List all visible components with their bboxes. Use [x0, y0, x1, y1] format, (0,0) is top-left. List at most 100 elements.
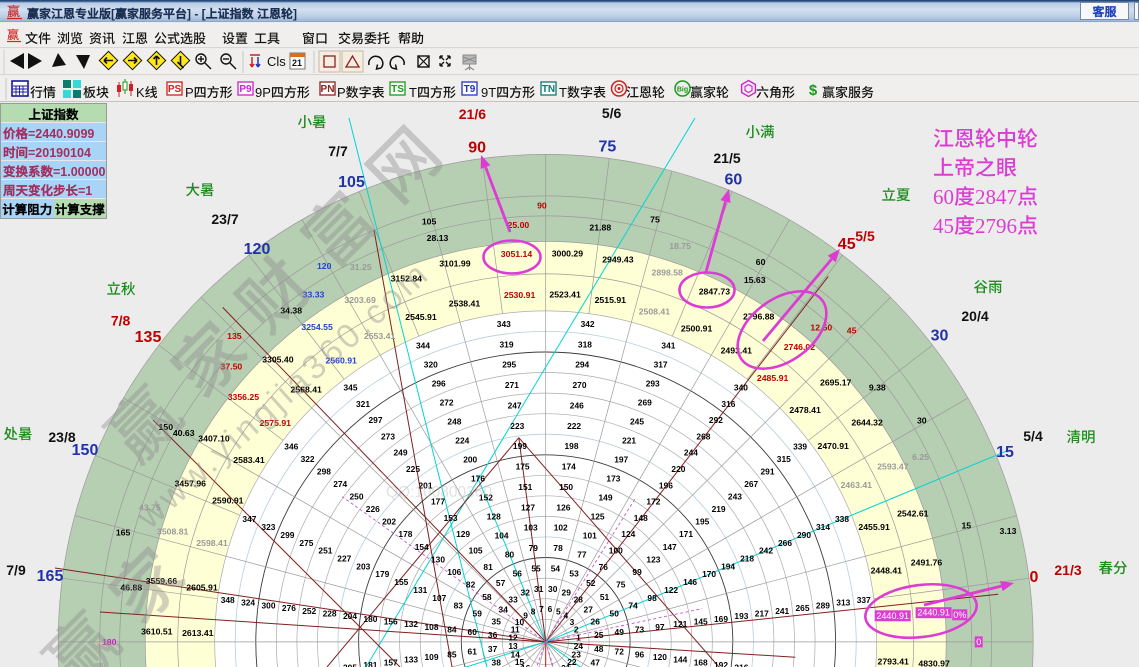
svg-text:269: 269 — [638, 398, 652, 408]
svg-text:130: 130 — [431, 554, 445, 564]
svg-text:228: 228 — [323, 609, 337, 619]
svg-text:132: 132 — [404, 619, 418, 629]
svg-text:$: $ — [809, 82, 818, 99]
svg-text:30: 30 — [917, 415, 927, 425]
svg-text:23/7: 23/7 — [211, 211, 238, 227]
svg-text:Big: Big — [677, 87, 688, 94]
svg-text:25: 25 — [594, 630, 604, 640]
svg-text:60: 60 — [756, 257, 766, 267]
svg-text:317: 317 — [654, 360, 668, 370]
svg-text:2515.91: 2515.91 — [595, 295, 627, 305]
svg-text:2: 2 — [574, 624, 579, 634]
svg-text:293: 293 — [646, 379, 660, 389]
svg-text:298: 298 — [317, 467, 331, 477]
svg-text:小满: 小满 — [746, 121, 775, 142]
svg-text:处暑: 处暑 — [4, 423, 33, 444]
svg-text:52: 52 — [586, 578, 596, 588]
svg-text:267: 267 — [744, 479, 758, 489]
svg-text:春分: 春分 — [1099, 557, 1128, 578]
svg-text:2500.91: 2500.91 — [681, 323, 713, 333]
svg-text:2613.41: 2613.41 — [182, 628, 214, 638]
svg-text:313: 313 — [836, 598, 850, 608]
svg-text:20/4: 20/4 — [961, 308, 988, 324]
svg-text:221: 221 — [622, 436, 636, 446]
svg-text:55: 55 — [531, 563, 541, 573]
svg-text:121: 121 — [673, 619, 687, 629]
svg-text:252: 252 — [302, 606, 316, 616]
svg-text:3101.99: 3101.99 — [439, 259, 471, 269]
svg-text:49: 49 — [615, 627, 625, 637]
svg-text:6: 6 — [548, 604, 553, 614]
svg-text:30: 30 — [548, 584, 558, 594]
svg-text:56: 56 — [513, 568, 523, 578]
svg-text:179: 179 — [375, 569, 389, 579]
svg-text:109: 109 — [425, 652, 439, 662]
svg-text:338: 338 — [835, 514, 849, 524]
svg-text:129: 129 — [456, 529, 470, 539]
svg-text:120: 120 — [653, 652, 667, 662]
svg-text:赢: 赢 — [7, 27, 19, 43]
svg-text:251: 251 — [318, 546, 332, 556]
svg-text:276: 276 — [282, 603, 296, 613]
svg-text:321: 321 — [356, 399, 370, 409]
svg-text:241: 241 — [775, 606, 789, 616]
svg-text:128: 128 — [487, 512, 501, 522]
svg-text:21/5: 21/5 — [713, 150, 740, 166]
svg-text:54: 54 — [551, 563, 561, 573]
svg-text:18.75: 18.75 — [669, 241, 691, 251]
svg-text:345: 345 — [344, 383, 358, 393]
svg-text:29: 29 — [562, 587, 572, 597]
svg-text:297: 297 — [369, 415, 383, 425]
svg-text:225: 225 — [406, 464, 420, 474]
svg-text:59: 59 — [473, 609, 483, 619]
svg-text:194: 194 — [721, 561, 735, 571]
svg-text:47: 47 — [591, 657, 601, 667]
svg-text:23/8: 23/8 — [48, 429, 75, 445]
svg-text:6.25: 6.25 — [912, 452, 929, 462]
svg-text:清明: 清明 — [1067, 426, 1096, 447]
svg-text:196: 196 — [659, 480, 673, 490]
svg-text:342: 342 — [581, 319, 595, 329]
svg-text:Cls: Cls — [267, 54, 286, 69]
svg-text:7: 7 — [539, 604, 544, 614]
svg-text:273: 273 — [381, 431, 395, 441]
svg-text:271: 271 — [505, 380, 519, 390]
svg-text:195: 195 — [695, 517, 709, 527]
svg-text:2448.41: 2448.41 — [871, 566, 903, 576]
svg-text:76: 76 — [599, 562, 609, 572]
svg-text:122: 122 — [664, 585, 678, 595]
svg-text:5/5: 5/5 — [855, 228, 875, 244]
svg-text:3051.14: 3051.14 — [501, 249, 533, 259]
svg-text:299: 299 — [280, 530, 294, 540]
svg-text:28.13: 28.13 — [427, 233, 449, 243]
svg-text:77: 77 — [577, 550, 587, 560]
svg-text:154: 154 — [415, 542, 429, 552]
svg-text:222: 222 — [567, 421, 581, 431]
svg-text:294: 294 — [575, 360, 589, 370]
svg-text:2898.58: 2898.58 — [651, 267, 683, 277]
svg-text:2508.41: 2508.41 — [639, 306, 671, 316]
svg-text:126: 126 — [556, 502, 570, 512]
svg-text:立夏: 立夏 — [882, 184, 911, 205]
svg-text:127: 127 — [521, 502, 535, 512]
svg-text:2644.32: 2644.32 — [851, 418, 883, 428]
svg-text:292: 292 — [709, 415, 723, 425]
svg-text:0: 0 — [976, 637, 981, 647]
svg-text:337: 337 — [857, 595, 871, 605]
svg-text:2523.41: 2523.41 — [549, 289, 581, 299]
svg-text:148: 148 — [634, 513, 648, 523]
svg-text:178: 178 — [398, 529, 412, 539]
svg-text:348: 348 — [221, 595, 235, 605]
svg-text:84: 84 — [447, 625, 457, 635]
svg-text:242: 242 — [759, 546, 773, 556]
svg-text:4: 4 — [563, 611, 568, 621]
svg-text:QQ:100800360: QQ:100800360 — [386, 484, 492, 501]
svg-text:60: 60 — [725, 172, 743, 189]
svg-text:217: 217 — [755, 609, 769, 619]
svg-text:173: 173 — [606, 474, 620, 484]
svg-text:133: 133 — [404, 655, 418, 665]
svg-text:2470.91: 2470.91 — [817, 441, 849, 451]
svg-text:2491.76: 2491.76 — [911, 557, 943, 567]
svg-text:314: 314 — [816, 522, 830, 532]
svg-text:21/6: 21/6 — [459, 106, 486, 122]
